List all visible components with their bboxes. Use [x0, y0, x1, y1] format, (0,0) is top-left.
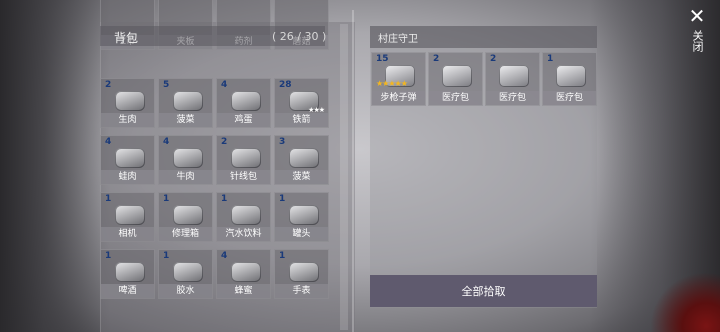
item-count: 4 — [105, 137, 112, 147]
item-count: 1 — [279, 194, 286, 204]
loot-slot-medkit-3[interactable]: 1 医疗包 — [542, 52, 597, 106]
item-label: 菠菜 — [159, 113, 212, 127]
item-label: 手表 — [275, 284, 328, 298]
medkit-icon — [442, 65, 472, 87]
item-label: 汽水饮料 — [217, 227, 270, 241]
pickup-all-button[interactable]: 全部拾取 — [370, 275, 597, 307]
loot-slot-medkit-2[interactable]: 2 医疗包 — [485, 52, 540, 106]
repair-kit-icon — [173, 205, 203, 225]
backpack-slot-watch[interactable]: 1 手表 — [274, 249, 329, 299]
item-count: 4 — [221, 80, 228, 90]
can-icon — [289, 205, 319, 225]
backpack-slot-honey[interactable]: 4 蜂蜜 — [216, 249, 271, 299]
loot-source-title: 村庄守卫 — [378, 34, 418, 45]
background-vignette-left — [0, 0, 110, 332]
backpack-slot-sewing-kit[interactable]: 2 针线包 — [216, 135, 271, 185]
item-label: 相机 — [101, 227, 154, 241]
medkit-icon — [499, 65, 529, 87]
item-count: 1 — [163, 251, 170, 261]
item-label: 胶水 — [159, 284, 212, 298]
beef-icon — [173, 148, 203, 168]
backpack-slot-raw-meat[interactable]: 2 生肉 — [100, 78, 155, 128]
close-button[interactable]: ✕ 关闭 — [685, 6, 709, 66]
glue-icon — [173, 262, 203, 282]
item-label: 生肉 — [101, 113, 154, 127]
item-count: 2 — [105, 80, 112, 90]
item-count: 2 — [490, 54, 497, 64]
item-count: 5 — [163, 80, 170, 90]
item-label: 菠菜 — [275, 170, 328, 184]
backpack-slot-repair-kit[interactable]: 1 修理箱 — [158, 192, 213, 242]
item-label: 蜂蜜 — [217, 284, 270, 298]
panel-divider — [352, 10, 354, 332]
close-label: 关闭 — [691, 30, 704, 52]
honey-icon — [231, 262, 261, 282]
item-count: 2 — [221, 137, 228, 147]
backpack-slot-beef[interactable]: 4 牛肉 — [158, 135, 213, 185]
loot-slot-medkit-1[interactable]: 2 医疗包 — [428, 52, 483, 106]
item-count: 1 — [105, 251, 112, 261]
item-label: 针线包 — [217, 170, 270, 184]
item-label: 牛肉 — [159, 170, 212, 184]
item-count: 2 — [433, 54, 440, 64]
item-label: 修理箱 — [159, 227, 212, 241]
item-label: 罐头 — [275, 227, 328, 241]
backpack-slot-soda[interactable]: 1 汽水饮料 — [216, 192, 271, 242]
camera-icon — [115, 205, 145, 225]
item-count: 1 — [547, 54, 554, 64]
item-count: 4 — [163, 137, 170, 147]
backpack-slot-spinach-2[interactable]: 3 菠菜 — [274, 135, 329, 185]
backpack-slot-glue[interactable]: 1 胶水 — [158, 249, 213, 299]
spinach-icon — [289, 148, 319, 168]
backpack-title: 背包 — [114, 31, 139, 45]
backpack-slot-spinach[interactable]: 5 菠菜 — [158, 78, 213, 128]
backpack-slot-iron-arrow[interactable]: 28 ★★★ 铁箭 — [274, 78, 329, 128]
item-label: 医疗包 — [543, 91, 596, 105]
beer-icon — [115, 262, 145, 282]
item-count: 15 — [376, 54, 389, 64]
spinach-icon — [173, 91, 203, 111]
item-label: 鸡蛋 — [217, 113, 270, 127]
item-label: 步枪子弹 — [372, 91, 425, 105]
frog-meat-icon — [115, 148, 145, 168]
close-icon: ✕ — [688, 4, 706, 28]
item-count: 3 — [279, 137, 286, 147]
item-label: 医疗包 — [486, 91, 539, 105]
backpack-slot-can[interactable]: 1 罐头 — [274, 192, 329, 242]
item-label: 蛙肉 — [101, 170, 154, 184]
loot-slot-rifle-bullets[interactable]: 15 ★★★★★ 步枪子弹 — [371, 52, 426, 106]
soda-icon — [231, 205, 261, 225]
blood-splatter — [650, 272, 720, 332]
item-label: 铁箭 — [275, 113, 328, 127]
backpack-slot-egg[interactable]: 4 鸡蛋 — [216, 78, 271, 128]
rarity-stars: ★★★★★ — [376, 79, 408, 88]
item-label: 医疗包 — [429, 91, 482, 105]
backpack-slot-beer[interactable]: 1 啤酒 — [100, 249, 155, 299]
sewing-kit-icon — [231, 148, 261, 168]
raw-meat-icon — [115, 91, 145, 111]
item-count: 1 — [105, 194, 112, 204]
item-count: 28 — [279, 80, 292, 90]
medkit-icon — [556, 65, 586, 87]
backpack-scrollbar[interactable] — [340, 24, 348, 330]
item-count: 1 — [279, 251, 286, 261]
backpack-slot-frog-meat[interactable]: 4 蛙肉 — [100, 135, 155, 185]
item-count: 1 — [221, 194, 228, 204]
watch-icon — [289, 262, 319, 282]
backpack-slot-camera[interactable]: 1 相机 — [100, 192, 155, 242]
egg-icon — [231, 91, 261, 111]
backpack-capacity: ( 26 / 30 ) — [272, 30, 327, 43]
item-count: 1 — [163, 194, 170, 204]
item-label: 啤酒 — [101, 284, 154, 298]
item-count: 4 — [221, 251, 228, 261]
